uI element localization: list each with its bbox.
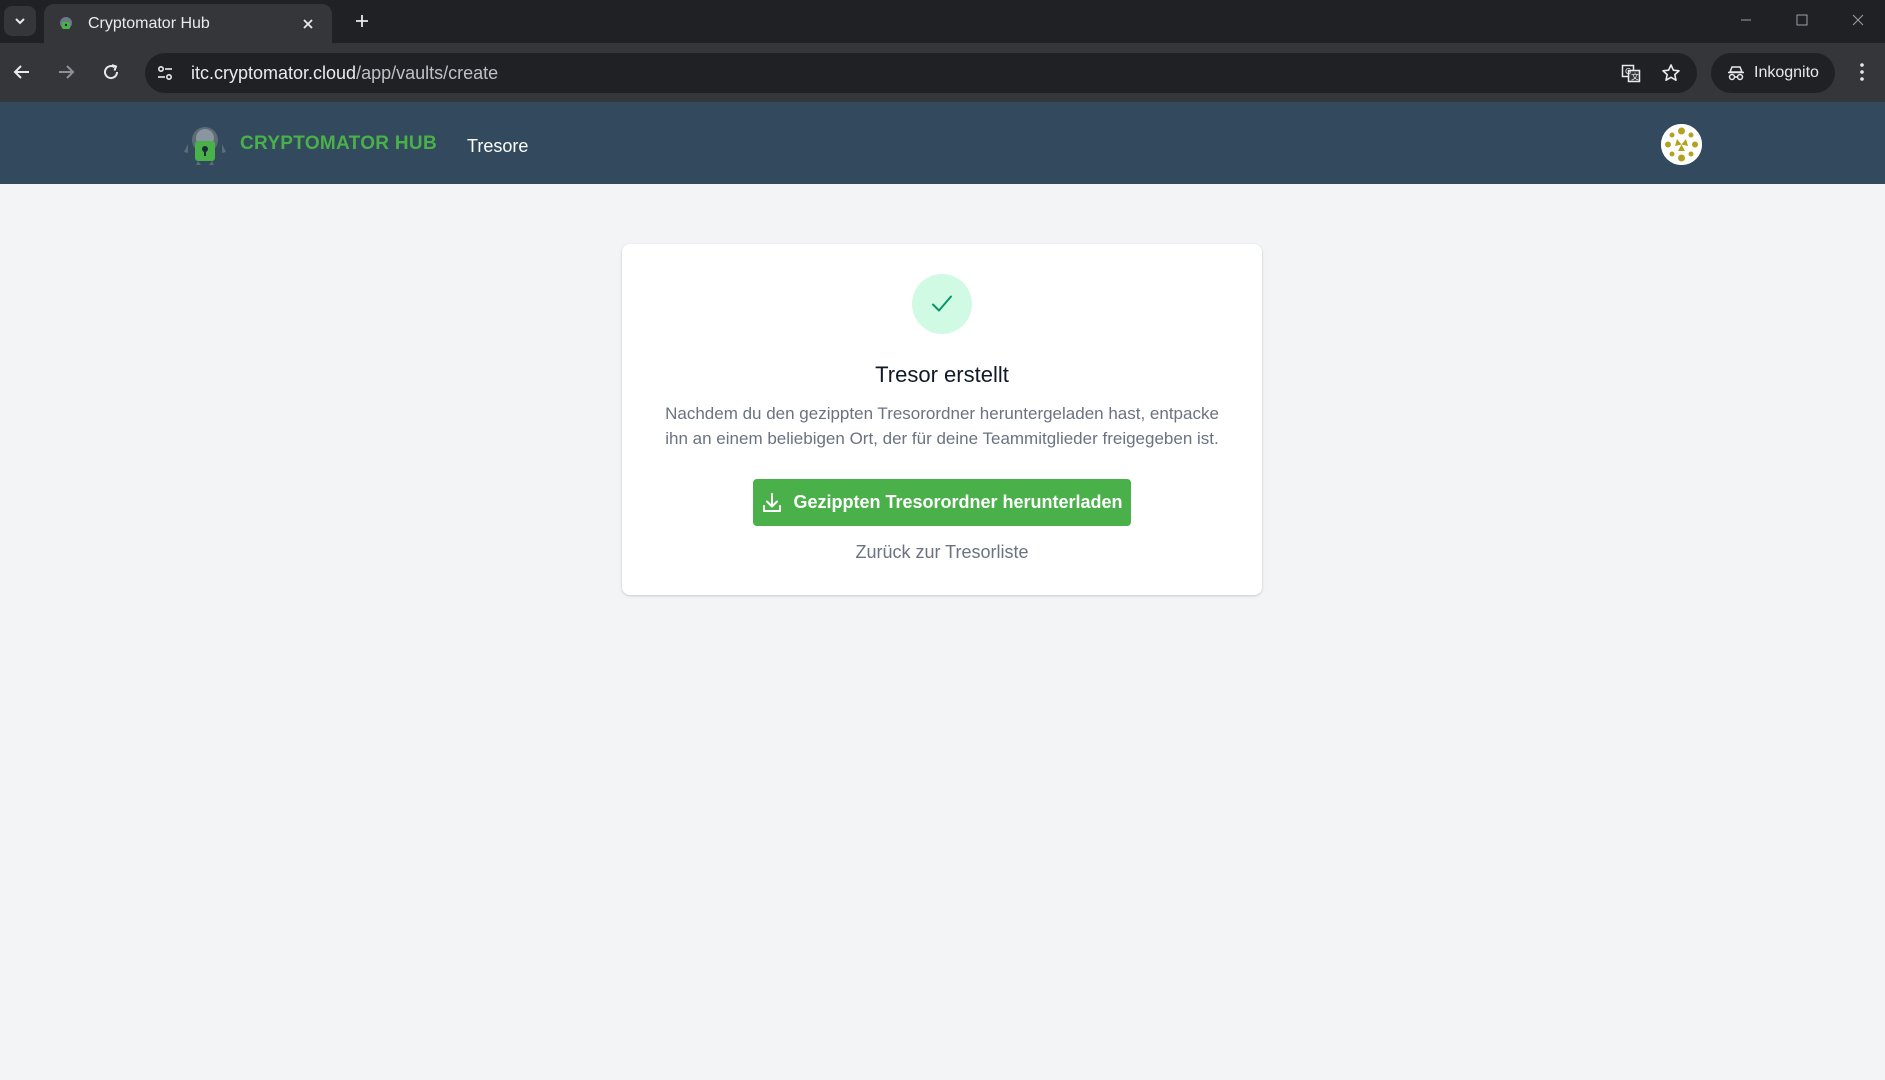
svg-text:文: 文 <box>1631 72 1639 82</box>
tune-icon <box>157 65 173 81</box>
site-info-button[interactable] <box>145 53 185 93</box>
download-button-label: Gezippten Tresorordner herunterladen <box>793 492 1123 512</box>
close-icon <box>1852 14 1864 26</box>
kebab-menu-icon <box>1860 63 1864 81</box>
vault-created-card: Tresor erstellt Nachdem du den gezippten… <box>622 244 1262 595</box>
maximize-icon <box>1796 14 1808 26</box>
incognito-label: Inkognito <box>1754 64 1819 81</box>
translate-button[interactable]: G文 <box>1611 53 1651 93</box>
incognito-icon <box>1728 66 1744 81</box>
identicon-avatar-icon <box>1661 124 1702 165</box>
arrow-right-icon <box>59 65 75 79</box>
url-path: /app/vaults/create <box>356 62 499 83</box>
brand-home-link[interactable]: CRYPTOMATOR HUB <box>182 122 437 166</box>
checkmark-icon <box>932 295 952 312</box>
maximize-window-button[interactable] <box>1774 0 1830 40</box>
star-icon <box>1662 64 1680 81</box>
bookmark-button[interactable] <box>1651 53 1691 93</box>
cryptomator-favicon-icon <box>56 14 76 34</box>
app-header: CRYPTOMATOR HUB Tresore <box>0 102 1885 184</box>
brand-name: CRYPTOMATOR HUB <box>240 133 437 154</box>
browser-tab-active[interactable]: Cryptomator Hub <box>44 4 332 43</box>
card-description: Nachdem du den gezippten Tresorordner he… <box>665 404 1219 448</box>
download-icon <box>763 492 782 512</box>
minimize-window-button[interactable] <box>1718 0 1774 40</box>
tab-title: Cryptomator Hub <box>88 14 210 32</box>
card-title: Tresor erstellt <box>875 362 1009 387</box>
reload-button[interactable] <box>91 52 131 92</box>
close-window-button[interactable] <box>1830 0 1885 40</box>
chevron-down-icon <box>15 18 25 25</box>
nav-link-tresore[interactable]: Tresore <box>467 136 528 157</box>
success-indicator <box>912 274 972 334</box>
url-host: itc.cryptomator.cloud <box>191 62 357 83</box>
browser-toolbar: itc.cryptomator.cloud/app/vaults/create … <box>0 43 1885 102</box>
user-avatar[interactable] <box>1661 124 1702 165</box>
new-tab-button[interactable] <box>346 6 378 36</box>
close-icon <box>303 18 313 29</box>
minimize-icon <box>1741 19 1751 21</box>
forward-button[interactable] <box>46 52 86 92</box>
back-button[interactable] <box>2 52 42 92</box>
arrow-left-icon <box>13 65 29 79</box>
translate-icon: G文 <box>1621 64 1641 83</box>
browser-menu-button[interactable] <box>1842 52 1882 92</box>
plus-icon <box>356 15 368 27</box>
reload-icon <box>104 64 119 80</box>
cryptomator-logo-icon <box>184 127 226 165</box>
incognito-profile-button[interactable]: Inkognito <box>1711 53 1835 93</box>
url-text: itc.cryptomator.cloud/app/vaults/create <box>191 63 1611 84</box>
back-to-vault-list-link[interactable]: Zurück zur Tresorliste <box>622 542 1262 563</box>
download-zipped-vault-button[interactable]: Gezippten Tresorordner herunterladen <box>753 479 1131 526</box>
tab-close-button[interactable] <box>296 12 320 36</box>
browser-tabstrip: Cryptomator Hub <box>0 0 1885 43</box>
tab-search-button[interactable] <box>4 6 36 36</box>
address-bar[interactable]: itc.cryptomator.cloud/app/vaults/create … <box>145 53 1697 93</box>
